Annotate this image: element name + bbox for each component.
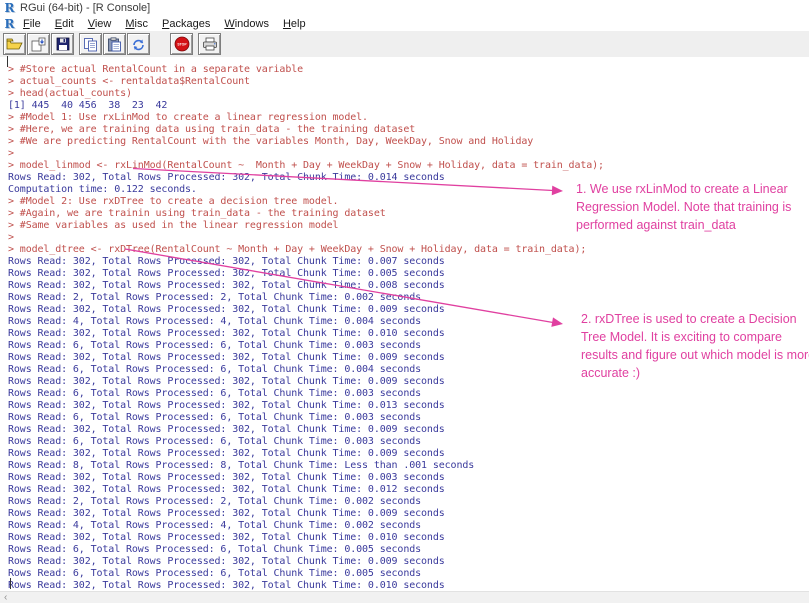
console-line: > actual_counts <- rentaldata$RentalCoun…: [8, 76, 250, 87]
stop-computation-button[interactable]: STOP: [170, 33, 193, 55]
console-line: Rows Read: 6, Total Rows Processed: 6, T…: [8, 388, 422, 399]
console-line: Rows Read: 6, Total Rows Processed: 6, T…: [8, 412, 422, 423]
console-window-icon[interactable]: R: [3, 18, 16, 30]
console-line: >: [8, 148, 14, 159]
annotation-2-line: Tree Model. It is exciting to compare: [581, 330, 783, 344]
console-line: Rows Read: 302, Total Rows Processed: 30…: [8, 448, 445, 459]
console-line: Rows Read: 6, Total Rows Processed: 6, T…: [8, 436, 422, 447]
annotation-2-line: accurate :): [581, 366, 641, 380]
console-line: Rows Read: 302, Total Rows Processed: 30…: [8, 256, 445, 267]
printer-icon: [202, 37, 217, 51]
console-line: Rows Read: 4, Total Rows Processed: 4, T…: [8, 520, 422, 531]
stop-sign-icon: STOP: [174, 36, 189, 52]
copy-icon: [84, 37, 97, 51]
console-line: Rows Read: 302, Total Rows Processed: 30…: [8, 268, 445, 279]
save-workspace-button[interactable]: [51, 33, 74, 55]
open-folder-icon: [6, 38, 23, 50]
annotation-1: 1. We use rxLinMod to create a Linear Re…: [576, 180, 791, 234]
console-line: Rows Read: 8, Total Rows Processed: 8, T…: [8, 460, 475, 471]
stop-label: STOP: [177, 42, 187, 46]
title-bar: R RGui (64-bit) - [R Console]: [0, 0, 809, 16]
annotation-1-line: Regression Model. Note that training is: [576, 200, 792, 214]
console-line: Rows Read: 2, Total Rows Processed: 2, T…: [8, 496, 422, 507]
menu-view[interactable]: View: [81, 18, 119, 30]
menu-bar: R File Edit View Misc Packages Windows H…: [0, 16, 809, 31]
console-line: Rows Read: 302, Total Rows Processed: 30…: [8, 532, 445, 543]
copy-button[interactable]: [79, 33, 102, 55]
text-caret: [10, 578, 11, 589]
console-line: > model_linmod <- rxLinMod(RentalCount ~…: [8, 160, 604, 171]
annotation-2-line: results and figure out which model is mo…: [581, 348, 809, 362]
paste-button[interactable]: [103, 33, 126, 55]
console-line: Rows Read: 302, Total Rows Processed: 30…: [8, 280, 445, 291]
menu-packages[interactable]: Packages: [155, 18, 217, 30]
text-caret-top: [7, 56, 8, 67]
annotation-2: 2. rxDTree is used to create a Decision …: [581, 310, 809, 382]
menu-file[interactable]: File: [16, 18, 48, 30]
console-line: > model_dtree <- rxDTree(RentalCount ~ M…: [8, 244, 587, 255]
annotation-1-line: 1. We use rxLinMod to create a Linear: [576, 182, 788, 196]
console-line: [1] 445 40 456 38 23 42: [8, 100, 168, 111]
open-script-button[interactable]: [3, 33, 26, 55]
console-line: Rows Read: 302, Total Rows Processed: 30…: [8, 472, 445, 483]
console-line: > #We are predicting RentalCount with th…: [8, 136, 534, 147]
menu-windows[interactable]: Windows: [217, 18, 276, 30]
scroll-left-icon[interactable]: ‹: [4, 592, 7, 603]
print-button[interactable]: [198, 33, 221, 55]
console-line: Rows Read: 302, Total Rows Processed: 30…: [8, 508, 445, 519]
console-line: Rows Read: 302, Total Rows Processed: 30…: [8, 556, 445, 567]
annotation-1-line: performed against train_data: [576, 218, 736, 232]
toolbar: STOP: [0, 31, 809, 58]
console-line: > #Store actual RentalCount in a separat…: [8, 64, 304, 75]
menu-misc[interactable]: Misc: [118, 18, 155, 30]
horizontal-scrollbar[interactable]: ‹: [0, 591, 809, 603]
window-title: RGui (64-bit) - [R Console]: [20, 2, 151, 14]
console-line: Rows Read: 302, Total Rows Processed: 30…: [8, 424, 445, 435]
annotation-2-line: 2. rxDTree is used to create a Decision: [581, 312, 797, 326]
console-line: > head(actual_counts): [8, 88, 132, 99]
copy-and-paste-button[interactable]: [127, 33, 150, 55]
paste-icon: [108, 36, 121, 51]
save-floppy-icon: [56, 37, 69, 51]
console-line: Rows Read: 302, Total Rows Processed: 30…: [8, 484, 445, 495]
console-line: Rows Read: 6, Total Rows Processed: 6, T…: [8, 568, 422, 579]
load-workspace-button[interactable]: [27, 33, 50, 55]
console-line: > #Model 1: Use rxLinMod to create a lin…: [8, 112, 368, 123]
console-line: Rows Read: 2, Total Rows Processed: 2, T…: [8, 292, 422, 303]
menu-edit[interactable]: Edit: [48, 18, 81, 30]
console-line: > #Here, we are training data using trai…: [8, 124, 416, 135]
load-workspace-icon: [31, 37, 46, 51]
r-logo-icon: R: [4, 1, 15, 15]
console-line: Rows Read: 302, Total Rows Processed: 30…: [8, 400, 445, 411]
menu-help[interactable]: Help: [276, 18, 313, 30]
console-line: Rows Read: 6, Total Rows Processed: 6, T…: [8, 544, 422, 555]
circular-arrows-icon: [133, 39, 144, 50]
